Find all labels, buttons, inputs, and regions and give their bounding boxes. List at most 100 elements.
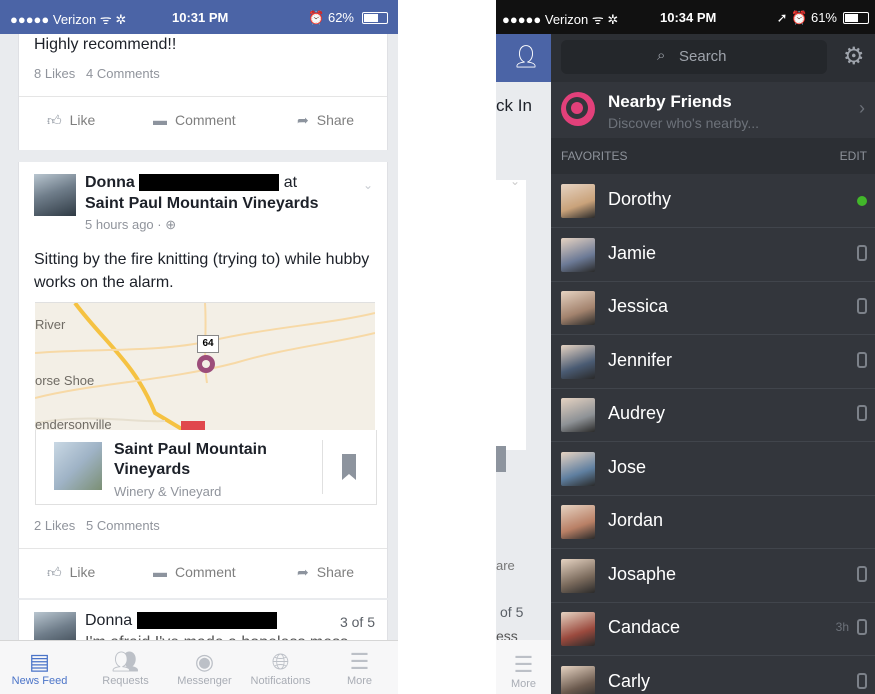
place-thumbnail [54,442,102,490]
nearby-radar-icon [561,92,595,126]
post-stats[interactable]: 2 Likes 5 Comments [34,518,160,533]
friend-name: Carly [608,670,651,691]
post-header: Donna at [85,174,297,192]
friend-avatar [561,558,595,593]
search-placeholder: Search [679,48,727,65]
author-name[interactable]: Donna [85,174,135,191]
friend-row[interactable]: Jamie [551,228,875,282]
friend-name: Audrey [608,403,666,423]
author-avatar[interactable] [34,174,76,216]
tab-label: Messenger [177,675,232,687]
share-button[interactable]: ➦ Share [297,564,354,581]
friend-name: Jessica [608,296,669,316]
status-bar: ●●●●● Verizon ᯤ ✲ 10:34 PM ➚ ⏰ 61% [496,0,875,34]
edit-button[interactable]: EDIT [840,149,867,163]
post-text: Highly recommend!! [34,36,177,53]
checkin-place[interactable]: Saint Paul Mountain Vineyards [85,195,319,213]
like-button[interactable]: 👍︎ Like [47,112,95,129]
highway-shield: 64 [197,335,219,353]
map-preview[interactable]: River orse Shoe 64 endersonville [35,302,375,431]
map-label: endersonville [35,417,112,431]
mobile-phone-icon [857,672,867,689]
like-label: Like [69,112,96,128]
friend-row[interactable]: Dorothy [551,174,875,228]
comment-button[interactable]: ▬ Comment [153,564,236,580]
author-name[interactable]: Donna [85,612,132,629]
photo-counter: of 5 [500,604,524,620]
post-actions: 👍︎ Like ▬ Comment ➦ Share [19,548,387,597]
section-title: FAVORITES [561,149,628,163]
likes-count[interactable]: 2 Likes [34,518,75,533]
favorites-header: FAVORITES EDIT [551,138,875,174]
friend-row[interactable]: Jessica [551,281,875,335]
likes-count[interactable]: 8 Likes [34,66,75,81]
place-card[interactable]: Saint Paul Mountain Vineyards Winery & V… [35,430,377,505]
status-bar: ●●●●● Verizon ᯤ ✲ 10:31 PM ⏰ 62% [0,0,398,34]
chevron-right-icon: › [859,98,865,118]
carrier-label: ●●●●● Verizon ᯤ ✲ [10,12,127,27]
share-label: are [496,558,515,573]
news-feed-screen: ●●●●● Verizon ᯤ ✲ 10:31 PM ⏰ 62% Highly … [0,0,398,694]
photo-counter: 3 of 5 [339,614,375,630]
friend-avatar [561,612,595,646]
chevron-down-icon[interactable]: ⌄ [363,178,373,192]
clock: 10:31 PM [172,10,229,25]
divider [322,440,323,494]
tab-messenger[interactable]: ◉ Messenger [165,641,244,694]
mobile-phone-icon [857,351,867,368]
like-button[interactable]: 👍︎ Like [47,564,95,581]
tab-news-feed[interactable]: ▤ News Feed [0,641,79,694]
comment-button[interactable]: ▬ Comment [153,112,236,128]
tab-requests[interactable]: 👥︎ Requests [86,641,165,694]
friend-avatar [561,398,595,432]
share-button[interactable]: ➦ Share [297,112,354,129]
friend-name: Jordan [608,510,664,530]
friend-avatar [561,665,595,694]
bookmark-icon[interactable] [342,454,356,480]
tab-more[interactable]: ☰ More [496,640,551,694]
messenger-icon: ◉ [194,649,215,674]
friend-row[interactable]: Jennifer [551,335,875,389]
friend-row[interactable]: Jordan [551,495,875,549]
friend-avatar [561,237,595,272]
friend-name: Josaphe [608,563,677,584]
post-stats[interactable]: 8 Likes 4 Comments [34,66,160,81]
menu-icon: ☰ [349,649,370,674]
mobile-phone-icon [857,244,867,261]
friend-row[interactable]: Jose [551,442,875,496]
battery-percent: ⏰ 62% [308,10,354,25]
tab-notifications[interactable]: 🌐︎ Notifications [241,641,320,694]
friend-row[interactable]: Candace 3h [551,602,875,656]
friend-avatar [561,291,595,325]
friend-name: Jose [608,456,647,477]
tab-label: Notifications [250,675,311,687]
friend-row[interactable]: Josaphe [551,549,875,603]
battery-icon [362,12,388,24]
carrier-label: ●●●●● Verizon ᯤ ✲ [502,12,619,27]
feed-card-edge [496,180,526,450]
battery-percent: ➚ ⏰ 61% [776,10,837,25]
friend-requests-button[interactable]: 👤︎ [496,34,551,82]
friend-row[interactable]: Audrey [551,388,875,442]
mobile-phone-icon [857,619,867,635]
feed-edge[interactable]: ck In ⌄ are of 5 ess ☰ More [496,34,551,694]
tab-more[interactable]: ☰ More [320,641,398,694]
comments-count[interactable]: 4 Comments [86,66,160,81]
bookmark-icon [496,446,506,472]
search-icon: ⌕ [657,47,666,64]
tab-label: Requests [102,675,149,687]
globe-icon: ⊕ [165,217,177,232]
search-input[interactable]: ⌕ Search [561,40,827,74]
mobile-phone-icon [857,298,867,314]
timestamp: 5 hours ago · [85,217,166,232]
nearby-friends-row[interactable]: Nearby Friends Discover who's nearby... … [551,82,875,138]
place-category: Winery & Vineyard [114,484,222,499]
nearby-subtitle: Discover who's nearby... [608,115,760,131]
share-label: Share [316,112,355,128]
gear-icon[interactable]: ⚙ [843,42,865,71]
friend-row[interactable]: Carly [551,656,875,694]
comment-icon: ▬ [153,112,167,128]
map-label: orse Shoe [35,373,95,388]
at-label: at [283,174,298,191]
comments-count[interactable]: 5 Comments [86,518,160,533]
